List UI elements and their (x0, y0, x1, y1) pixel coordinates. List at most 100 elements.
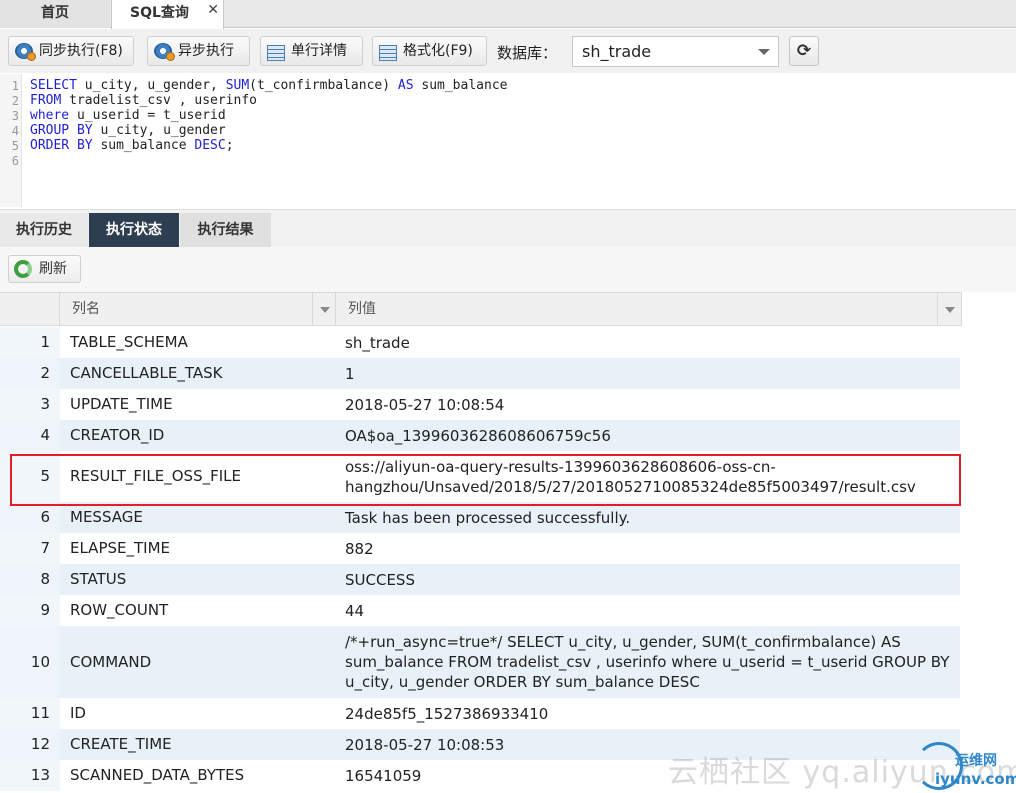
column-name-cell: ID (70, 704, 86, 722)
column-header-value-label: 列值 (348, 301, 376, 317)
sql-text: tradelist_csv , userinfo (61, 93, 257, 108)
column-value-cell: sh_trade (345, 333, 410, 352)
tab-sql-query-label: SQL查询 (130, 5, 189, 21)
toolbar: 同步执行(F8) 异步执行 单行详情 格式化(F9) 数据库： sh_trade… (0, 29, 1016, 73)
code-line: ORDER BY sum_balance DESC; (30, 138, 234, 153)
column-value-cell: 44 (345, 601, 365, 620)
column-name-cell: STATUS (70, 570, 127, 588)
column-value-cell: SUCCESS (345, 570, 415, 589)
tab-execution-history[interactable]: 执行历史 (0, 213, 88, 248)
refresh-database-button[interactable]: ⟳ (789, 36, 819, 66)
status-grid: 列名 列值 1 TABLE_SCHEMA sh_trade 2 CANCELLABLE_… (0, 292, 1016, 793)
sql-text: ; (225, 138, 234, 153)
column-name-cell: CANCELLABLE_TASK (70, 364, 223, 382)
column-value-menu-button[interactable] (937, 293, 962, 326)
async-execute-label: 异步执行 (178, 43, 234, 59)
sql-text: sum_balance (413, 78, 508, 93)
column-header-value[interactable]: 列值 (336, 293, 962, 326)
column-name-cell: UPDATE_TIME (70, 395, 173, 413)
code-line: FROM tradelist_csv , userinfo (30, 93, 257, 108)
code-line: SELECT u_city, u_gender, SUM(t_confirmba… (30, 78, 507, 93)
table-icon (379, 45, 397, 61)
code-line: GROUP BY u_city, u_gender (30, 123, 226, 138)
sql-keyword: FROM (30, 93, 62, 108)
sql-keyword: AS (397, 78, 414, 93)
column-header-name-label: 列名 (72, 301, 100, 317)
tab-home[interactable]: 首页 (0, 0, 110, 28)
row-number: 1 (0, 327, 60, 358)
column-name-menu-button[interactable] (312, 293, 336, 326)
row-number: 7 (0, 533, 60, 564)
sql-editor[interactable]: 123456 SELECT u_city, u_gender, SUM(t_co… (0, 74, 1016, 207)
chevron-down-icon (758, 49, 770, 55)
sql-text: u_city, u_gender, (76, 78, 226, 93)
site-logo: 运维网 iyunv.com (915, 740, 1016, 790)
row-number: 12 (0, 729, 60, 760)
row-number: 8 (0, 564, 60, 595)
line-number: 3 (11, 109, 19, 123)
column-name-cell: TABLE_SCHEMA (70, 333, 188, 351)
sql-keyword: ORDER BY (30, 138, 93, 153)
database-select[interactable]: sh_trade (572, 36, 779, 67)
tab-sql-query[interactable]: SQL查询 ✕ (111, 0, 224, 29)
column-value-cell: OA$oa_1399603628608606759c56 (345, 426, 611, 445)
column-name-cell: SCANNED_DATA_BYTES (70, 766, 245, 784)
line-number: 5 (11, 139, 19, 153)
row-number: 2 (0, 358, 60, 389)
format-label: 格式化(F9) (403, 43, 473, 59)
result-tab-bar: 执行历史 执行状态 执行结果 (0, 209, 1016, 248)
grid-header: 列名 列值 (0, 292, 962, 326)
row-number: 6 (0, 502, 60, 533)
column-name-cell: COMMAND (70, 653, 152, 671)
logo-top-text: 运维网 (955, 753, 997, 769)
table-row[interactable]: 6 MESSAGE Task has been processed successf… (0, 502, 960, 533)
tab-execution-status[interactable]: 执行状态 (89, 213, 179, 248)
chevron-down-icon (320, 307, 330, 313)
sql-keyword: SELECT (30, 78, 77, 93)
line-number: 2 (11, 94, 19, 108)
highlight-box (10, 454, 961, 506)
format-button[interactable]: 格式化(F9) (372, 36, 487, 66)
table-icon (267, 45, 285, 61)
table-row[interactable]: 1 TABLE_SCHEMA sh_trade (0, 327, 960, 358)
sql-text: sum_balance (92, 138, 195, 153)
gear-icon (154, 43, 175, 61)
line-number: 6 (11, 154, 19, 168)
database-label: 数据库： (497, 44, 558, 62)
table-row[interactable]: 4 CREATOR_ID OA$oa_1399603628608606759c56 (0, 420, 960, 451)
table-row[interactable]: 11 ID 24de85f5_1527386933410 (0, 698, 960, 729)
top-tab-bar: 首页 SQL查询 ✕ (0, 0, 1016, 29)
column-value-cell: /*+run_async=true*/ SELECT u_city, u_gen… (345, 633, 950, 691)
row-number: 9 (0, 595, 60, 626)
sql-text: u_city, u_gender (92, 123, 226, 138)
row-number: 3 (0, 389, 60, 420)
line-number-gutter: 123456 (0, 74, 22, 207)
tab-execution-result[interactable]: 执行结果 (180, 213, 271, 248)
row-number: 13 (0, 760, 60, 791)
row-detail-button[interactable]: 单行详情 (260, 36, 363, 66)
column-name-cell: MESSAGE (70, 508, 143, 526)
sync-execute-label: 同步执行(F8) (39, 43, 123, 59)
refresh-button[interactable]: 刷新 (8, 255, 81, 283)
column-name-cell: CREATOR_ID (70, 426, 165, 444)
table-row[interactable]: 3 UPDATE_TIME 2018-05-27 10:08:54 (0, 389, 960, 420)
table-row[interactable]: 8 STATUS SUCCESS (0, 564, 960, 595)
sync-execute-button[interactable]: 同步执行(F8) (8, 36, 134, 66)
table-row[interactable]: 7 ELAPSE_TIME 882 (0, 533, 960, 564)
row-detail-label: 单行详情 (291, 43, 347, 59)
table-row[interactable]: 2 CANCELLABLE_TASK 1 (0, 358, 960, 389)
table-row[interactable]: 10 COMMAND /*+run_async=true*/ SELECT u_ci… (0, 626, 960, 698)
close-icon[interactable]: ✕ (207, 0, 219, 23)
async-execute-button[interactable]: 异步执行 (147, 36, 250, 66)
sql-text: u_userid = t_userid (69, 108, 226, 123)
table-row[interactable]: 9 ROW_COUNT 44 (0, 595, 960, 626)
line-number: 4 (11, 124, 19, 138)
column-name-cell: ROW_COUNT (70, 601, 169, 619)
code-line: where u_userid = t_userid (30, 108, 226, 123)
sql-keyword: SUM (225, 78, 250, 93)
column-value-cell: 2018-05-27 10:08:54 (345, 395, 505, 414)
row-number-header (0, 293, 60, 326)
column-header-name[interactable]: 列名 (60, 293, 336, 326)
column-name-cell: ELAPSE_TIME (70, 539, 170, 557)
refresh-bar: 刷新 (0, 247, 1016, 292)
